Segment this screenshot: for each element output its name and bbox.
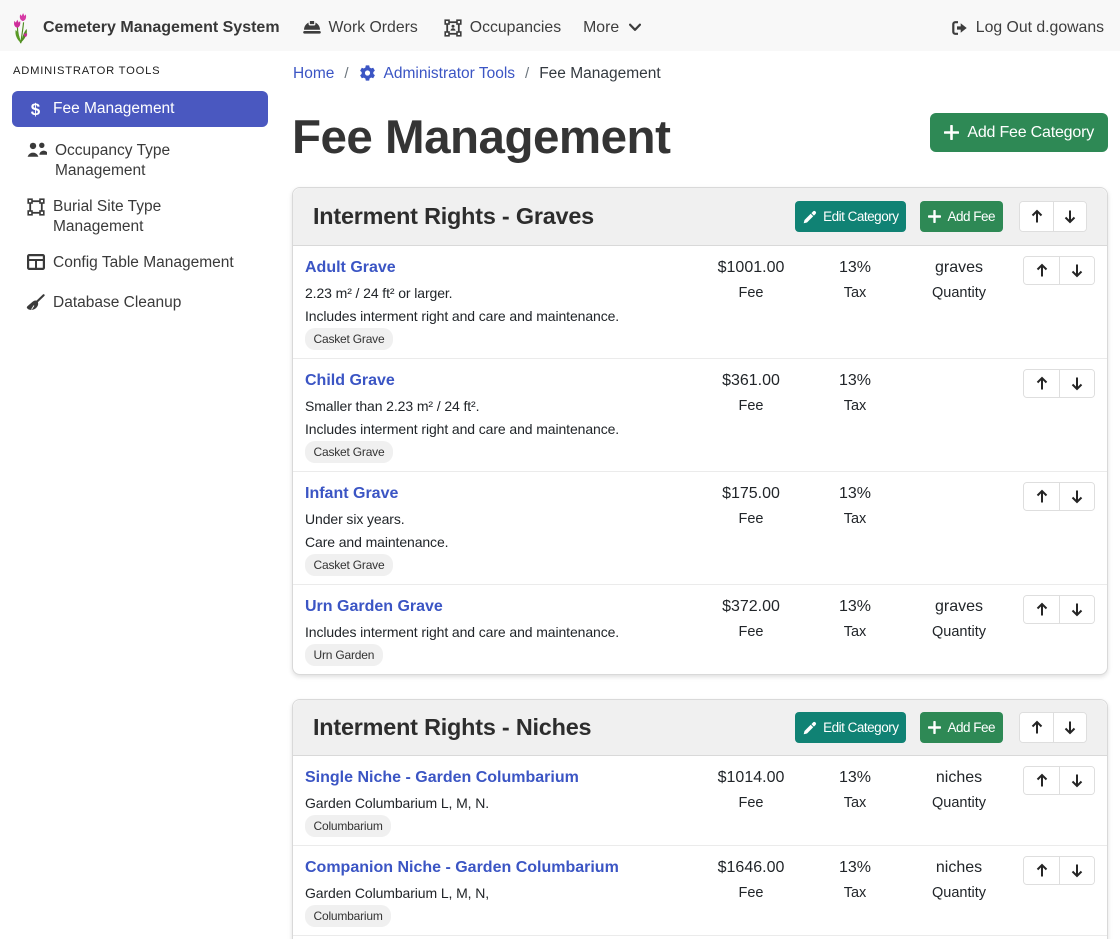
svg-text:$: $	[31, 100, 41, 119]
